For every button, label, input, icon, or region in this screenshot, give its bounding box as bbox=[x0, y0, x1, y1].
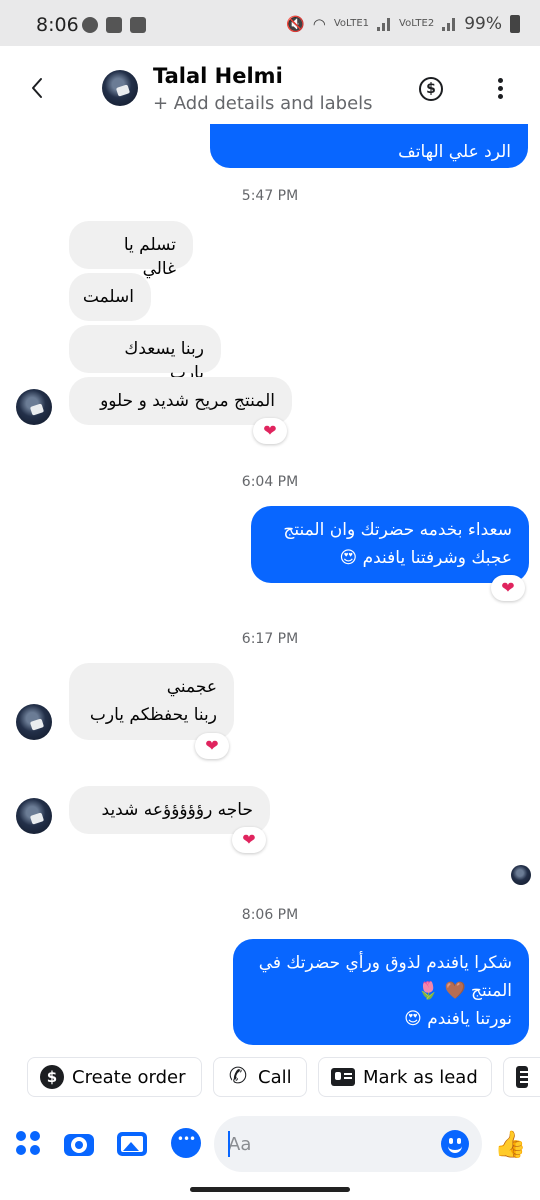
message-incoming[interactable]: تسلم يا غالي bbox=[69, 221, 193, 279]
timestamp: 6:17 PM bbox=[241, 631, 299, 647]
message-incoming[interactable]: ربنا يسعدك يارب bbox=[69, 325, 221, 383]
message-text-line: سعداء بخدمه حضرتك وان المنتج bbox=[283, 520, 512, 540]
call-button[interactable]: ✆ Call bbox=[213, 1057, 307, 1097]
whatsapp-icon bbox=[82, 17, 98, 33]
mark-as-lead-label: Mark as lead bbox=[363, 1066, 478, 1088]
message-text: حاجه رؤؤؤؤؤعه شديد bbox=[101, 800, 253, 820]
snapchat-icon bbox=[106, 17, 122, 33]
status-time: 8:06 bbox=[36, 14, 79, 36]
lte2-label: VoLTE2 bbox=[399, 18, 435, 29]
message-incoming[interactable]: اسلمت bbox=[69, 273, 151, 321]
notification-icons bbox=[82, 17, 146, 33]
battery-percent: 99% bbox=[464, 14, 502, 34]
battery-icon bbox=[510, 15, 520, 33]
message-incoming[interactable]: عجمني ربنا يحفظكم يارب bbox=[69, 663, 234, 740]
heart-reaction-icon[interactable]: ❤ bbox=[491, 575, 525, 601]
phone-icon: ✆ bbox=[228, 1064, 248, 1089]
text-caret bbox=[228, 1131, 230, 1157]
camera-icon[interactable] bbox=[64, 1134, 94, 1156]
emoji-icon[interactable] bbox=[441, 1130, 469, 1158]
seen-avatar bbox=[511, 865, 531, 885]
lte1-label: VoLTE1 bbox=[333, 18, 370, 29]
back-arrow-icon[interactable] bbox=[26, 76, 50, 100]
list-icon bbox=[516, 1066, 534, 1088]
message-outgoing[interactable]: الرد علي الهاتف bbox=[210, 124, 528, 168]
more-options-icon[interactable] bbox=[491, 76, 509, 102]
status-bar: 8:06 🔇 ◠ VoLTE1 VoLTE2 99% bbox=[0, 0, 540, 46]
message-outgoing[interactable]: شكرا يافندم لذوق ورأي حضرتك في المنتج 🤎 … bbox=[233, 939, 529, 1045]
message-text-line: عجمني bbox=[166, 677, 217, 697]
dollar-icon: $ bbox=[40, 1065, 64, 1089]
message-text-line: ربنا يحفظكم يارب bbox=[89, 705, 217, 725]
mute-icon: 🔇 bbox=[286, 15, 305, 33]
sender-avatar[interactable] bbox=[16, 704, 52, 740]
message-incoming[interactable]: المنتج مريح شديد و حلوو bbox=[69, 377, 292, 425]
add-details-link[interactable]: + Add details and labels bbox=[153, 93, 373, 114]
create-order-button[interactable]: $ Create order bbox=[27, 1057, 202, 1097]
call-label: Call bbox=[258, 1066, 292, 1088]
sender-avatar[interactable] bbox=[16, 798, 52, 834]
timestamp: 6:04 PM bbox=[241, 474, 299, 490]
chat-header: Talal Helmi + Add details and labels $ bbox=[0, 46, 540, 134]
message-text-line: نورتنا يافندم 😍 bbox=[404, 1009, 512, 1029]
wifi-icon: ◠ bbox=[312, 15, 326, 33]
heart-reaction-icon[interactable]: ❤ bbox=[195, 733, 229, 759]
message-text-line: عجبك وشرفتنا يافندم 😍 bbox=[339, 548, 512, 568]
chat-bubble-icon[interactable] bbox=[171, 1128, 201, 1158]
like-thumbs-up-icon[interactable]: 👍 bbox=[494, 1130, 526, 1160]
gallery-icon[interactable] bbox=[117, 1132, 147, 1156]
contact-card-icon bbox=[331, 1068, 355, 1086]
heart-reaction-icon[interactable]: ❤ bbox=[232, 827, 266, 853]
message-input[interactable] bbox=[228, 1130, 428, 1158]
message-text: المنتج مريح شديد و حلوو bbox=[100, 391, 275, 411]
more-actions-button[interactable] bbox=[503, 1057, 540, 1097]
status-right: 🔇 ◠ VoLTE1 VoLTE2 99% bbox=[286, 14, 520, 34]
timestamp: 8:06 PM bbox=[241, 907, 299, 923]
contact-avatar[interactable] bbox=[102, 70, 138, 106]
create-order-label: Create order bbox=[72, 1066, 186, 1088]
apps-grid-icon[interactable] bbox=[14, 1128, 44, 1158]
gallery-icon bbox=[130, 17, 146, 33]
message-input-container[interactable] bbox=[214, 1116, 482, 1172]
message-outgoing[interactable]: سعداء بخدمه حضرتك وان المنتج عجبك وشرفتن… bbox=[251, 506, 529, 583]
message-text-line: شكرا يافندم لذوق ورأي حضرتك في bbox=[258, 953, 512, 973]
contact-name[interactable]: Talal Helmi bbox=[153, 64, 283, 88]
sender-avatar[interactable] bbox=[16, 389, 52, 425]
mark-as-lead-button[interactable]: Mark as lead bbox=[318, 1057, 492, 1097]
message-text: الرد علي الهاتف bbox=[398, 142, 511, 162]
message-text: اسلمت bbox=[82, 287, 134, 307]
gesture-nav-bar[interactable] bbox=[190, 1187, 350, 1192]
signal2-icon bbox=[442, 17, 456, 31]
payment-dollar-icon[interactable]: $ bbox=[419, 77, 443, 101]
timestamp: 5:47 PM bbox=[241, 188, 299, 204]
message-text-line: المنتج 🤎 🌷 bbox=[417, 981, 512, 1001]
heart-reaction-icon[interactable]: ❤ bbox=[253, 418, 287, 444]
signal1-icon bbox=[377, 17, 391, 31]
